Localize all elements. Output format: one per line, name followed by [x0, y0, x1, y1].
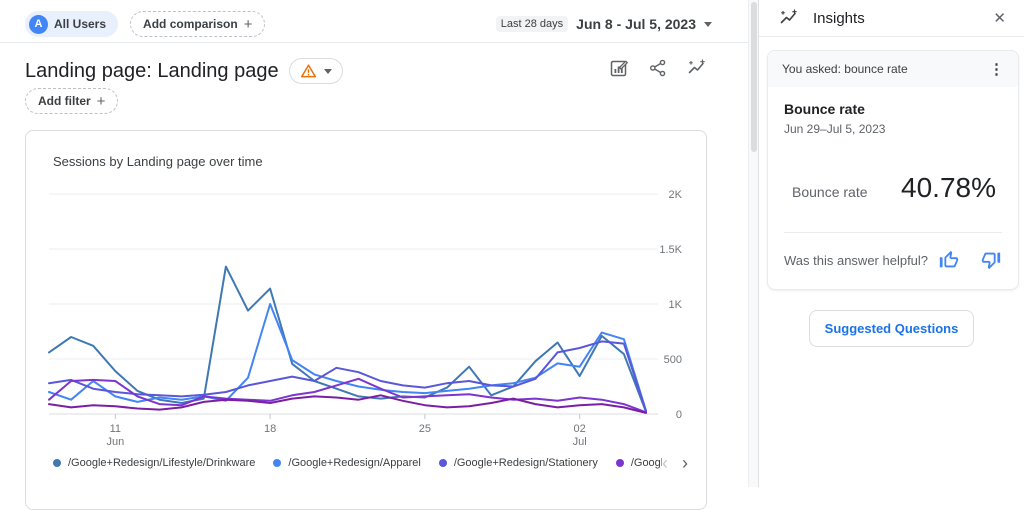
- chart-title: Sessions by Landing page over time: [53, 154, 263, 169]
- svg-text:2K: 2K: [669, 189, 683, 201]
- insight-feedback-row: Was this answer helpful?: [768, 233, 1018, 289]
- customize-report-button[interactable]: [609, 58, 629, 78]
- insight-metric-row: Bounce rate 40.78%: [784, 172, 1002, 204]
- main-scrollbar[interactable]: [748, 0, 758, 487]
- insight-date-range: Jun 29–Jul 5, 2023: [784, 122, 1002, 136]
- legend-item[interactable]: /Google+Redesign/Apparel: [273, 457, 420, 469]
- scrollbar-thumb[interactable]: [751, 2, 757, 152]
- chevron-down-icon: [324, 69, 332, 74]
- customize-chart-icon: [609, 58, 629, 78]
- legend-item[interactable]: /Google+Redesign/Stationery: [439, 457, 598, 469]
- warning-icon: [300, 63, 317, 79]
- chart-card: Sessions by Landing page over time 0 500 1…: [25, 130, 707, 510]
- insight-metric-label: Bounce rate: [792, 184, 868, 200]
- legend-dot-icon: [273, 459, 281, 467]
- insight-card-body: Bounce rate Jun 29–Jul 5, 2023 Bounce ra…: [768, 87, 1018, 233]
- share-report-button[interactable]: [648, 58, 668, 78]
- main-report-area: A All Users Add comparison + Last 28 day…: [0, 0, 748, 487]
- date-preset-badge: Last 28 days: [496, 16, 568, 32]
- date-range-value: Jun 8 - Jul 5, 2023: [576, 16, 696, 32]
- svg-text:0: 0: [676, 409, 682, 421]
- line-chart-canvas: 0 500 1K 1.5K 2K 11Jun 18 25 02Jul: [26, 179, 708, 479]
- legend-label: /Google+Redesign: [631, 457, 662, 469]
- plus-icon: +: [244, 16, 253, 33]
- chart-legend: /Google+Redesign/Lifestyle/Drinkware/Goo…: [53, 453, 688, 473]
- feedback-buttons: [938, 249, 1002, 271]
- legend-items: /Google+Redesign/Lifestyle/Drinkware/Goo…: [53, 457, 662, 469]
- svg-text:1K: 1K: [669, 299, 683, 311]
- insights-panel-header: Insights ✕: [759, 0, 1024, 37]
- legend-prev-button[interactable]: ‹: [662, 455, 668, 471]
- add-filter-label: Add filter: [38, 94, 91, 108]
- insight-question-label: You asked: bounce rate: [782, 62, 908, 76]
- legend-dot-icon: [616, 459, 624, 467]
- svg-text:18: 18: [264, 423, 276, 435]
- all-users-avatar: A: [29, 15, 48, 34]
- svg-text:500: 500: [664, 354, 682, 366]
- insights-panel: Insights ✕ You asked: bounce rate ⋮ Boun…: [758, 0, 1024, 487]
- thumbs-down-icon[interactable]: [980, 249, 1002, 271]
- svg-text:11: 11: [110, 423, 121, 435]
- insight-card: You asked: bounce rate ⋮ Bounce rate Jun…: [767, 50, 1019, 290]
- svg-text:02: 02: [574, 423, 586, 435]
- header-divider: [0, 42, 748, 43]
- svg-text:Jul: Jul: [573, 436, 587, 448]
- share-icon: [648, 58, 668, 78]
- insight-metric-value: 40.78%: [901, 172, 996, 204]
- date-range-picker[interactable]: Last 28 days Jun 8 - Jul 5, 2023: [496, 16, 712, 32]
- suggested-questions-wrap: Suggested Questions: [759, 310, 1024, 347]
- suggested-questions-button[interactable]: Suggested Questions: [809, 310, 975, 347]
- svg-text:25: 25: [419, 423, 431, 435]
- report-toolbar: [609, 58, 707, 78]
- comparison-bar: A All Users Add comparison + Last 28 day…: [25, 10, 712, 38]
- svg-text:Jun: Jun: [106, 436, 124, 448]
- data-quality-warning-button[interactable]: [289, 58, 343, 84]
- insights-panel-title: Insights: [813, 10, 865, 27]
- add-filter-button[interactable]: Add filter +: [25, 88, 118, 114]
- legend-label: /Google+Redesign/Apparel: [288, 457, 420, 469]
- plus-icon: +: [97, 93, 106, 110]
- feedback-prompt: Was this answer helpful?: [784, 253, 928, 268]
- add-comparison-button[interactable]: Add comparison +: [130, 11, 265, 37]
- add-comparison-label: Add comparison: [143, 17, 238, 31]
- legend-label: /Google+Redesign/Lifestyle/Drinkware: [68, 457, 255, 469]
- legend-item[interactable]: /Google+Redesign/Lifestyle/Drinkware: [53, 457, 255, 469]
- insights-icon: [779, 8, 799, 28]
- legend-next-button[interactable]: ›: [682, 455, 688, 471]
- svg-text:1.5K: 1.5K: [659, 244, 682, 256]
- legend-item[interactable]: /Google+Redesign: [616, 457, 662, 469]
- thumbs-up-icon[interactable]: [938, 249, 960, 271]
- legend-dot-icon: [53, 459, 61, 467]
- close-icon[interactable]: ✕: [989, 7, 1010, 29]
- insight-metric-title: Bounce rate: [784, 101, 1002, 117]
- all-users-label: All Users: [54, 17, 106, 31]
- filter-bar: Add filter +: [25, 88, 118, 114]
- report-title-row: Landing page: Landing page: [25, 56, 343, 86]
- chevron-down-icon: [704, 22, 712, 27]
- legend-dot-icon: [439, 459, 447, 467]
- legend-pagination: ‹ ›: [662, 455, 688, 471]
- insights-icon: [687, 58, 707, 78]
- insight-card-header: You asked: bounce rate ⋮: [768, 51, 1018, 87]
- kebab-menu-icon[interactable]: ⋮: [983, 60, 1010, 78]
- legend-label: /Google+Redesign/Stationery: [454, 457, 598, 469]
- sessions-line-chart[interactable]: 0 500 1K 1.5K 2K 11Jun 18 25 02Jul: [26, 179, 708, 449]
- open-insights-button[interactable]: [687, 58, 707, 78]
- all-users-chip[interactable]: A All Users: [25, 11, 118, 37]
- page-title: Landing page: Landing page: [25, 60, 279, 83]
